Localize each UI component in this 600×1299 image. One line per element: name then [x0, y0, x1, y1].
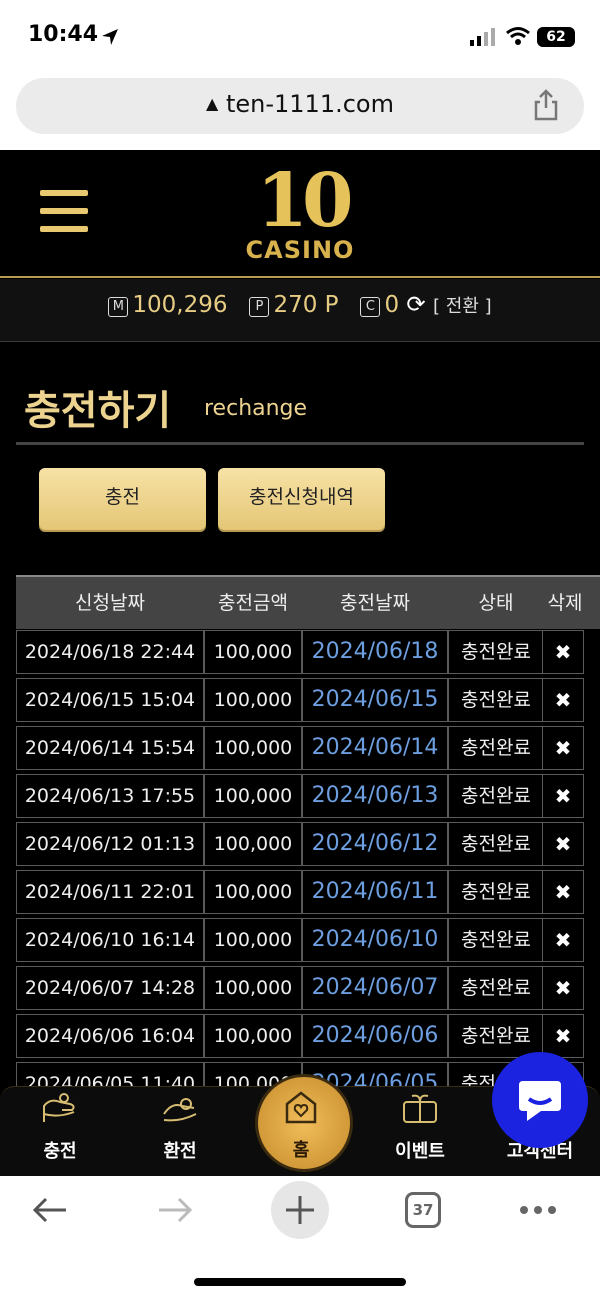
- exchange-hand-icon: [163, 1098, 197, 1122]
- cell-charge-date[interactable]: 2024/06/18: [302, 630, 448, 674]
- nav-charge[interactable]: 충전: [15, 1137, 105, 1163]
- switch-button[interactable]: [ 전환 ]: [433, 296, 492, 317]
- new-tab-plus-icon[interactable]: [270, 1180, 330, 1240]
- coin-value: 0: [384, 292, 400, 318]
- cell-charge-date[interactable]: 2024/06/12: [302, 822, 448, 866]
- cell-amount: 100,000: [204, 822, 302, 866]
- location-arrow-icon: [102, 29, 118, 45]
- cell-charge-date[interactable]: 2024/06/14: [302, 726, 448, 770]
- charge-history-button[interactable]: 충전신청내역: [218, 468, 385, 530]
- cell-charge-date[interactable]: 2024/06/10: [302, 918, 448, 962]
- cell-request-date: 2024/06/12 01:13: [16, 822, 204, 866]
- logo-number[interactable]: 10: [242, 162, 362, 240]
- battery-level: 62: [537, 27, 575, 47]
- delete-icon[interactable]: ✖: [542, 774, 584, 818]
- cell-charge-date[interactable]: 2024/06/13: [302, 774, 448, 818]
- url-text: ten-1111.com: [225, 90, 394, 118]
- cell-status: 충전완료: [448, 1014, 544, 1058]
- hamburger-menu-icon[interactable]: [40, 190, 88, 236]
- cell-status: 충전완료: [448, 966, 544, 1010]
- home-heart-icon: [285, 1091, 317, 1124]
- address-text: ▲ ten-1111.com: [0, 90, 600, 118]
- warning-icon: ▲: [206, 94, 219, 113]
- status-bar: 10:44 62: [0, 0, 600, 74]
- delete-icon[interactable]: ✖: [542, 1014, 584, 1058]
- divider: [16, 442, 584, 445]
- delete-icon[interactable]: ✖: [542, 822, 584, 866]
- cell-status: 충전완료: [448, 774, 544, 818]
- logo-text[interactable]: CASINO: [232, 236, 368, 264]
- cell-request-date: 2024/06/15 15:04: [16, 678, 204, 722]
- charge-button[interactable]: 충전: [39, 468, 206, 530]
- nav-home[interactable]: 홈: [256, 1136, 346, 1162]
- tabs-count-button[interactable]: 37: [405, 1192, 441, 1228]
- charge-hand-icon: [43, 1093, 75, 1122]
- cell-request-date: 2024/06/18 22:44: [16, 630, 204, 674]
- cell-status: 충전완료: [448, 822, 544, 866]
- col-charge-date: 충전날짜: [340, 592, 410, 614]
- refresh-icon[interactable]: ⟳: [406, 292, 425, 318]
- back-arrow-icon[interactable]: [30, 1194, 70, 1226]
- cell-status: 충전완료: [448, 678, 544, 722]
- more-dots-icon[interactable]: [518, 1203, 558, 1217]
- forward-arrow-icon[interactable]: [155, 1194, 195, 1226]
- nav-event[interactable]: 이벤트: [375, 1137, 465, 1163]
- delete-icon[interactable]: ✖: [542, 966, 584, 1010]
- clock: 10:44: [28, 22, 99, 47]
- cell-charge-date[interactable]: 2024/06/06: [302, 1014, 448, 1058]
- share-icon[interactable]: [532, 88, 560, 122]
- money-value: 100,296: [132, 292, 228, 318]
- delete-icon[interactable]: ✖: [542, 870, 584, 914]
- delete-icon[interactable]: ✖: [542, 678, 584, 722]
- cell-amount: 100,000: [204, 630, 302, 674]
- delete-icon[interactable]: ✖: [542, 726, 584, 770]
- cell-request-date: 2024/06/10 16:14: [16, 918, 204, 962]
- cell-charge-date[interactable]: 2024/06/15: [302, 678, 448, 722]
- chat-bubble-icon: [519, 1081, 561, 1121]
- col-delete: 삭제: [547, 592, 583, 614]
- col-amount: 충전금액: [218, 592, 288, 614]
- cell-amount: 100,000: [204, 918, 302, 962]
- cell-request-date: 2024/06/07 14:28: [16, 966, 204, 1010]
- cell-request-date: 2024/06/13 17:55: [16, 774, 204, 818]
- home-indicator: [194, 1278, 406, 1286]
- cell-request-date: 2024/06/06 16:04: [16, 1014, 204, 1058]
- col-request-date: 신청날짜: [75, 592, 145, 614]
- cell-request-date: 2024/06/11 22:01: [16, 870, 204, 914]
- cell-status: 충전완료: [448, 630, 544, 674]
- cell-request-date: 2024/06/14 15:54: [16, 726, 204, 770]
- delete-icon[interactable]: ✖: [542, 918, 584, 962]
- page-subtitle: rechange: [204, 396, 308, 421]
- point-icon: P: [249, 297, 270, 317]
- point-value: 270 P: [273, 292, 339, 318]
- cell-status: 충전완료: [448, 726, 544, 770]
- cell-amount: 100,000: [204, 870, 302, 914]
- cell-amount: 100,000: [204, 1014, 302, 1058]
- cell-amount: 100,000: [204, 966, 302, 1010]
- cell-status: 충전완료: [448, 918, 544, 962]
- cell-charge-date[interactable]: 2024/06/11: [302, 870, 448, 914]
- cell-status: 충전완료: [448, 870, 544, 914]
- page-title: 충전하기: [24, 388, 172, 434]
- gift-icon: [403, 1094, 437, 1123]
- cell-amount: 100,000: [204, 726, 302, 770]
- money-icon: M: [108, 297, 129, 317]
- signal-icon: [470, 28, 495, 46]
- cell-charge-date[interactable]: 2024/06/07: [302, 966, 448, 1010]
- coin-icon: C: [360, 297, 381, 317]
- wifi-icon: [506, 27, 530, 45]
- cell-amount: 100,000: [204, 678, 302, 722]
- delete-icon[interactable]: ✖: [542, 630, 584, 674]
- cell-amount: 100,000: [204, 774, 302, 818]
- col-status: 상태: [478, 592, 514, 614]
- nav-exchange[interactable]: 환전: [135, 1137, 225, 1163]
- balance-row: M 100,296 P 270 P C0 ⟳ [ 전환 ]: [0, 292, 600, 318]
